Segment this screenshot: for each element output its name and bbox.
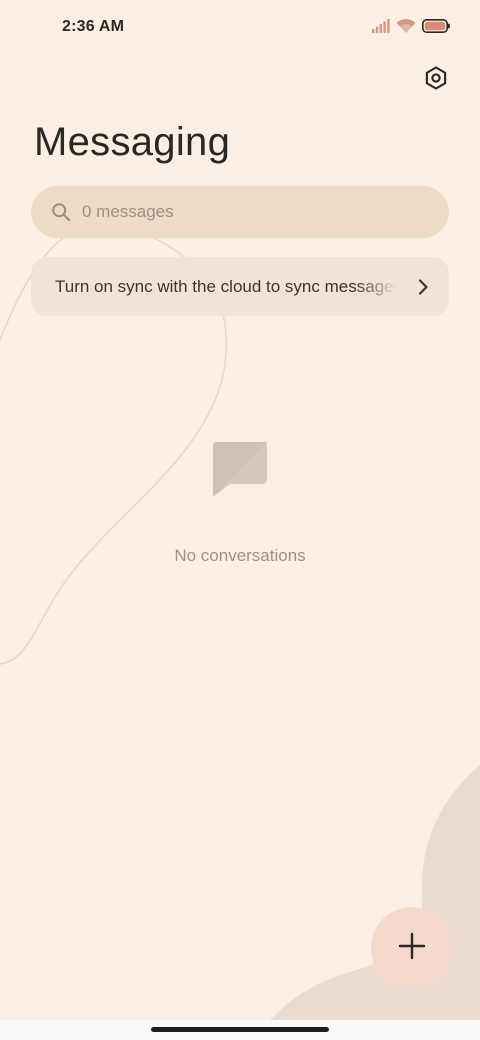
home-indicator[interactable] [151, 1027, 329, 1032]
battery-icon [422, 18, 450, 38]
wifi-icon [396, 18, 416, 39]
chat-bubble-icon [212, 442, 268, 498]
new-conversation-button[interactable] [371, 907, 453, 989]
empty-state-text: No conversations [174, 546, 306, 565]
status-time: 2:36 AM [62, 18, 125, 35]
search-placeholder: 0 messages [82, 202, 174, 221]
chevron-right-icon [409, 277, 429, 297]
cellular-signal-icon [372, 18, 390, 38]
settings-button[interactable] [418, 62, 454, 98]
sync-banner[interactable]: Turn on sync with the cloud to sync mess… [31, 257, 449, 316]
status-bar: 2:36 AM [0, 0, 480, 56]
page-title: Messaging [34, 120, 231, 164]
sync-banner-text: Turn on sync with the cloud to sync mess… [55, 276, 397, 296]
search-icon [51, 202, 71, 222]
gear-icon [423, 65, 449, 96]
decorative-corner-blob [270, 765, 480, 1020]
status-icons [372, 18, 450, 38]
search-bar[interactable]: 0 messages [31, 186, 449, 238]
plus-icon [398, 932, 426, 965]
